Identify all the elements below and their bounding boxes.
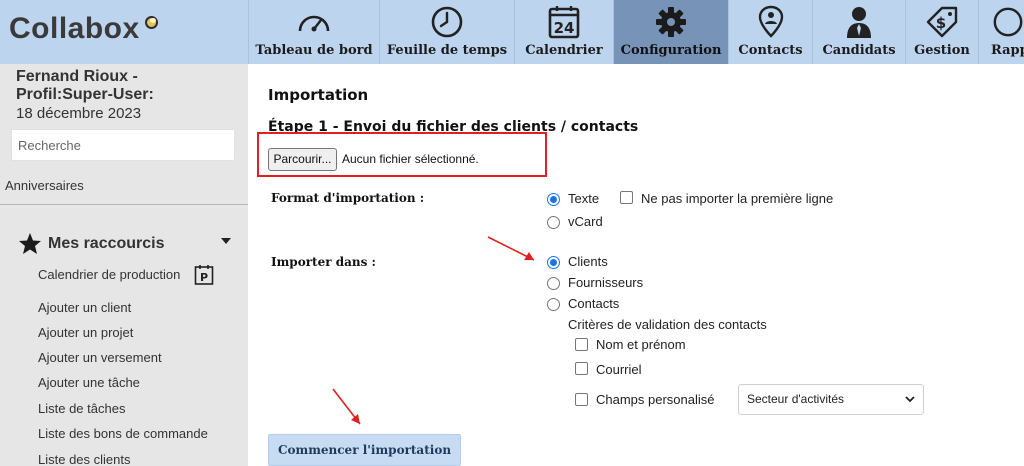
- nav-tab-timesheet[interactable]: Feuille de temps: [379, 0, 514, 64]
- app-logo-text: Collabox: [9, 12, 140, 45]
- import-into-label: Importer dans :: [271, 255, 376, 269]
- shortcut-add-project[interactable]: Ajouter un projet: [38, 325, 133, 340]
- browse-file-button[interactable]: Parcourir...: [268, 148, 337, 171]
- nav-tab-label: Feuille de temps: [386, 43, 508, 58]
- shortcut-add-payment[interactable]: Ajouter un versement: [38, 350, 162, 365]
- caret-down-icon[interactable]: [221, 238, 231, 244]
- validation-option-label: Champs personalisé: [596, 392, 715, 407]
- custom-field-value: Secteur d'activités: [747, 392, 845, 406]
- skip-first-line-label: Ne pas importer la première ligne: [641, 191, 834, 206]
- annotation-arrow-icon: [487, 236, 535, 261]
- format-label: Format d'importation :: [271, 191, 425, 205]
- validation-checkbox-custom[interactable]: [575, 393, 588, 406]
- person-icon: [813, 5, 905, 39]
- star-icon: [19, 233, 41, 254]
- nav-tab-configuration[interactable]: Configuration: [613, 0, 728, 64]
- nav-tab-reports[interactable]: Rapp: [978, 0, 1024, 64]
- format-radio-text[interactable]: [547, 193, 560, 206]
- calendar-icon: 24: [515, 5, 613, 39]
- start-import-button[interactable]: Commencer l'importation: [268, 434, 461, 466]
- nav-tab-candidates[interactable]: Candidats: [812, 0, 905, 64]
- shortcut-add-client[interactable]: Ajouter un client: [38, 300, 131, 315]
- nav-tab-label: Candidats: [822, 43, 896, 58]
- speedometer-icon: [249, 5, 379, 39]
- file-status: Aucun fichier sélectionné.: [342, 152, 479, 166]
- format-option-label: Texte: [568, 191, 600, 206]
- validation-checkbox-email[interactable]: [575, 362, 588, 375]
- nav-tab-label: Calendrier: [525, 43, 603, 58]
- user-profile: Profil:Super-User:: [16, 86, 154, 103]
- nav-tab-dashboard[interactable]: Tableau de bord: [248, 0, 379, 64]
- nav-tab-management[interactable]: $ Gestion: [905, 0, 978, 64]
- nav-tab-label: Gestion: [914, 43, 970, 58]
- custom-field-select[interactable]: Secteur d'activités: [738, 384, 924, 415]
- current-date: 18 décembre 2023: [16, 105, 142, 122]
- nav-tab-label: Configuration: [620, 43, 722, 58]
- logo-dot-icon: [145, 16, 158, 29]
- annotation-arrow-icon: [332, 388, 361, 425]
- clock-icon: [380, 5, 514, 39]
- nav-tab-label: Tableau de bord: [255, 43, 373, 58]
- validation-checkbox-name[interactable]: [575, 338, 588, 351]
- import-option-label: Contacts: [568, 296, 620, 311]
- import-radio-contacts[interactable]: [547, 298, 560, 311]
- shortcuts-header[interactable]: Mes raccourcis: [18, 232, 234, 256]
- nav-tab-contacts[interactable]: Contacts: [728, 0, 812, 64]
- nav-tab-label: Rapp: [991, 43, 1024, 58]
- sidebar-divider: [0, 204, 248, 205]
- format-option-label: vCard: [568, 214, 603, 229]
- svg-text:P: P: [200, 271, 208, 284]
- svg-text:$: $: [936, 14, 946, 32]
- gear-icon: [614, 5, 728, 39]
- page-title: Importation: [268, 86, 369, 104]
- format-radio-vcard[interactable]: [547, 216, 560, 229]
- skip-first-line-checkbox[interactable]: [620, 191, 633, 204]
- chevron-down-icon: [905, 396, 915, 403]
- import-option-label: Clients: [568, 254, 608, 269]
- sidebar: Fernand Rioux - Profil:Super-User: 18 dé…: [0, 64, 248, 466]
- validation-option-label: Nom et prénom: [596, 337, 686, 352]
- import-radio-suppliers[interactable]: [547, 277, 560, 290]
- validation-option-label: Courriel: [596, 362, 642, 377]
- shortcut-add-task[interactable]: Ajouter une tâche: [38, 375, 140, 390]
- nav-tab-label: Contacts: [738, 43, 803, 58]
- import-option-label: Fournisseurs: [568, 275, 644, 290]
- svg-text:24: 24: [554, 19, 575, 37]
- search-input[interactable]: [11, 129, 235, 161]
- top-navigation-bar: Collabox Tableau de bord Feuille de temp…: [0, 0, 1024, 64]
- production-p-icon: P: [194, 265, 214, 285]
- shortcut-production-calendar[interactable]: Calendrier de production: [38, 267, 180, 282]
- main-content: Importation Étape 1 - Envoi du fichier d…: [248, 64, 1024, 466]
- birthdays-link[interactable]: Anniversaires: [5, 178, 84, 193]
- shortcuts-title: Mes raccourcis: [48, 235, 165, 252]
- dollar-tag-icon: $: [906, 5, 978, 39]
- location-pin-icon: [729, 5, 812, 39]
- validation-title: Critères de validation des contacts: [568, 317, 767, 332]
- reports-icon: [992, 5, 1024, 39]
- shortcut-purchase-orders[interactable]: Liste des bons de commande: [38, 426, 208, 441]
- nav-tab-calendar[interactable]: 24 Calendrier: [514, 0, 613, 64]
- shortcut-task-list[interactable]: Liste de tâches: [38, 401, 125, 416]
- shortcut-client-list[interactable]: Liste des clients: [38, 452, 131, 466]
- user-name: Fernand Rioux -: [16, 68, 138, 85]
- import-radio-clients[interactable]: [547, 256, 560, 269]
- app-logo[interactable]: Collabox: [0, 0, 248, 64]
